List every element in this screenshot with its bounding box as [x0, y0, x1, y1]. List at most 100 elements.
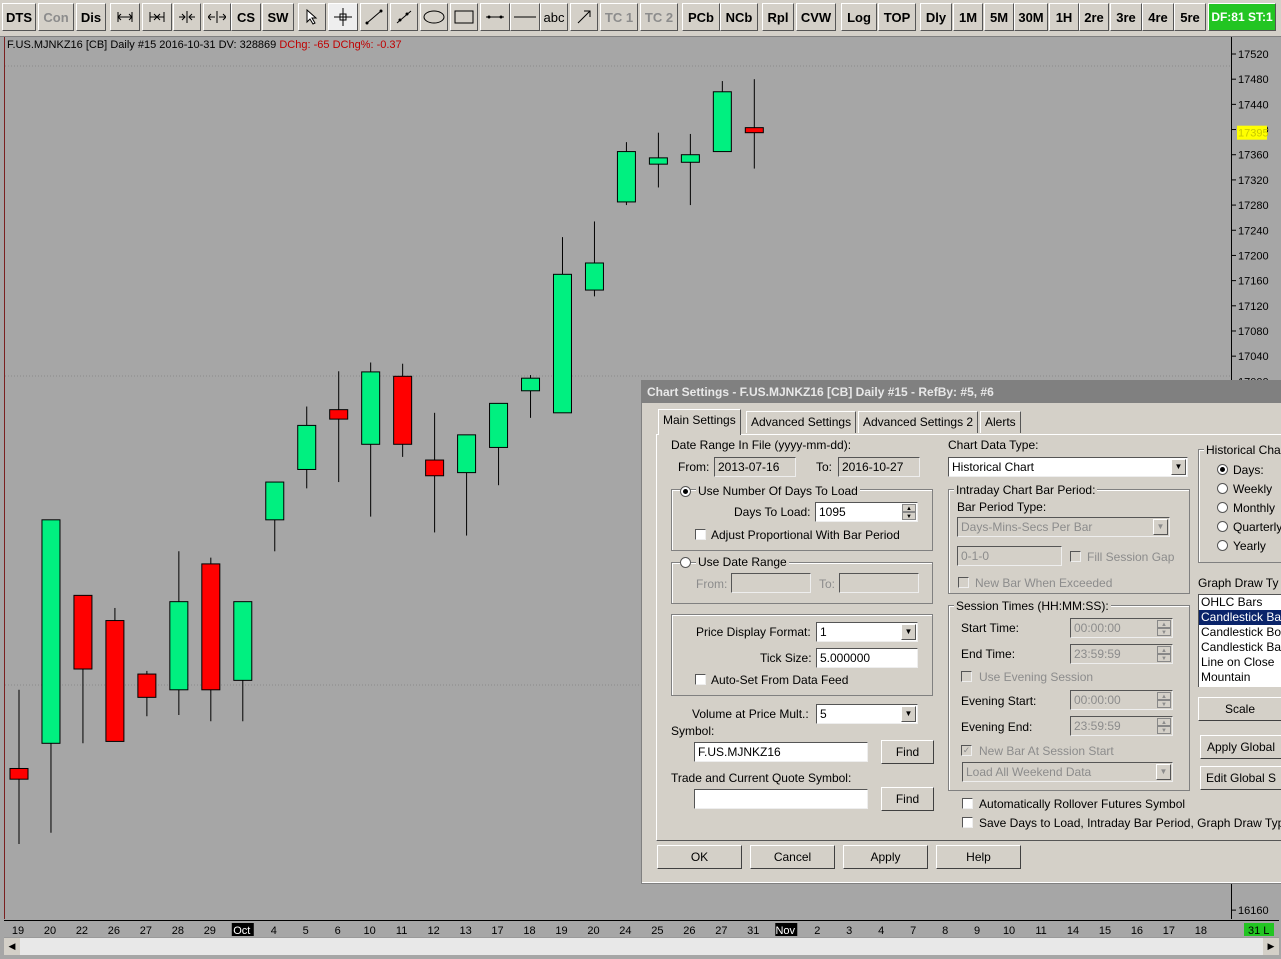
- spin-up-icon[interactable]: ▲: [1157, 646, 1171, 654]
- use-days-radio[interactable]: [680, 486, 691, 497]
- horizontal-ray-icon[interactable]: [480, 3, 510, 31]
- list-item[interactable]: Candlestick Ba: [1199, 610, 1281, 625]
- chevron-down-icon[interactable]: ▼: [1156, 764, 1171, 780]
- price-display-format-select[interactable]: 1 ▼: [816, 622, 918, 642]
- cs-button[interactable]: CS: [231, 3, 261, 31]
- period-monthly-radio[interactable]: [1217, 502, 1228, 513]
- 3re-button[interactable]: 3re: [1110, 3, 1142, 31]
- crosshair-icon[interactable]: [328, 3, 358, 31]
- find-trade-symbol-button[interactable]: Find: [881, 787, 934, 811]
- tab-advanced-settings[interactable]: Advanced Settings: [746, 411, 857, 433]
- period-weekly-radio[interactable]: [1217, 483, 1228, 494]
- apply-global-button[interactable]: Apply Global: [1200, 735, 1281, 759]
- save-days-checkbox[interactable]: [962, 817, 973, 828]
- pcb-button[interactable]: PCb: [682, 3, 720, 31]
- spin-down-icon[interactable]: ▼: [1157, 700, 1171, 708]
- tab-advanced-settings-2[interactable]: Advanced Settings 2: [858, 411, 979, 433]
- spin-down-icon[interactable]: ▼: [1157, 654, 1171, 662]
- tc2-button[interactable]: TC 2: [640, 3, 678, 31]
- 5m-button[interactable]: 5M: [984, 3, 1014, 31]
- period-days-radio[interactable]: [1217, 464, 1228, 475]
- spin-up-icon[interactable]: ▲: [1157, 718, 1171, 726]
- 2re-button[interactable]: 2re: [1079, 3, 1109, 31]
- expand-icon[interactable]: [203, 3, 231, 31]
- chevron-down-icon[interactable]: ▼: [901, 706, 916, 722]
- trade-symbol-input[interactable]: [694, 789, 868, 809]
- 30m-button[interactable]: 30M: [1014, 3, 1048, 31]
- list-item[interactable]: Line on Close: [1199, 655, 1281, 670]
- scroll-right-icon[interactable]: ▶: [1263, 938, 1279, 955]
- spin-down-icon[interactable]: ▼: [902, 512, 916, 520]
- spin-down-icon[interactable]: ▼: [1157, 628, 1171, 636]
- ncb-button[interactable]: NCb: [720, 3, 758, 31]
- ray-tool-icon[interactable]: [390, 3, 418, 31]
- ok-button[interactable]: OK: [657, 845, 742, 869]
- spin-up-icon[interactable]: ▲: [1157, 692, 1171, 700]
- dts-button[interactable]: DTS: [2, 3, 36, 31]
- horizontal-line-icon[interactable]: [510, 3, 540, 31]
- spin-up-icon[interactable]: ▲: [902, 504, 916, 512]
- horizontal-scrollbar[interactable]: ◀ ▶: [4, 937, 1279, 955]
- fill-gap-checkbox[interactable]: [1070, 551, 1081, 562]
- log-button[interactable]: Log: [841, 3, 877, 31]
- evening-end-input[interactable]: 23:59:59 ▲ ▼: [1070, 716, 1173, 736]
- use-date-range-radio[interactable]: [680, 557, 691, 568]
- graph-draw-type-list[interactable]: OHLC Bars Candlestick Ba Candlestick Bo …: [1198, 594, 1281, 687]
- line-tool-icon[interactable]: [360, 3, 388, 31]
- apply-button[interactable]: Apply: [843, 845, 928, 869]
- chevron-down-icon[interactable]: ▼: [901, 624, 916, 640]
- chevron-down-icon[interactable]: ▼: [1153, 519, 1168, 535]
- tc1-button[interactable]: TC 1: [600, 3, 638, 31]
- adjust-proportional-checkbox[interactable]: [695, 529, 706, 540]
- symbol-input[interactable]: F.US.MJNKZ16: [694, 742, 868, 762]
- 1m-button[interactable]: 1M: [953, 3, 983, 31]
- tick-size-input[interactable]: 5.000000: [816, 648, 918, 668]
- rollover-checkbox[interactable]: [962, 798, 973, 809]
- rectangle-tool-icon[interactable]: [450, 3, 478, 31]
- list-item[interactable]: OHLC Bars: [1199, 595, 1281, 610]
- compress-icon[interactable]: [173, 3, 201, 31]
- cancel-button[interactable]: Cancel: [750, 845, 835, 869]
- volume-mult-select[interactable]: 5 ▼: [816, 704, 918, 724]
- dialog-title[interactable]: Chart Settings - F.US.MJNKZ16 [CB] Daily…: [642, 381, 1281, 403]
- period-yearly-radio[interactable]: [1217, 540, 1228, 551]
- start-time-input[interactable]: 00:00:00 ▲ ▼: [1070, 618, 1173, 638]
- evening-start-input[interactable]: 00:00:00 ▲ ▼: [1070, 690, 1173, 710]
- spin-up-icon[interactable]: ▲: [1157, 620, 1171, 628]
- ellipse-tool-icon[interactable]: [420, 3, 448, 31]
- 4re-button[interactable]: 4re: [1142, 3, 1174, 31]
- tab-main-settings[interactable]: Main Settings: [658, 409, 741, 435]
- chevron-down-icon[interactable]: ▼: [1171, 459, 1186, 475]
- dis-button[interactable]: Dis: [76, 3, 106, 31]
- zoom-in-icon[interactable]: [142, 3, 172, 31]
- autoset-checkbox[interactable]: [695, 674, 706, 685]
- find-symbol-button[interactable]: Find: [881, 740, 934, 764]
- arrow-tool-icon[interactable]: [570, 3, 598, 31]
- text-tool-button[interactable]: abc: [540, 3, 568, 31]
- new-bar-session-checkbox[interactable]: ✓: [961, 745, 972, 756]
- period-quarterly-radio[interactable]: [1217, 521, 1228, 532]
- spin-down-icon[interactable]: ▼: [1157, 726, 1171, 734]
- edit-global-button[interactable]: Edit Global S: [1200, 766, 1281, 790]
- range-from-input[interactable]: [731, 573, 811, 593]
- days-to-load-input[interactable]: 1095 ▲ ▼: [815, 502, 918, 522]
- sw-button[interactable]: SW: [262, 3, 294, 31]
- rpl-button[interactable]: Rpl: [762, 3, 794, 31]
- list-item[interactable]: Candlestick Bo: [1199, 625, 1281, 640]
- range-to-input[interactable]: [839, 573, 919, 593]
- pointer-icon[interactable]: [298, 3, 326, 31]
- chart-data-type-select[interactable]: Historical Chart ▼: [948, 457, 1188, 477]
- use-evening-checkbox[interactable]: [961, 671, 972, 682]
- 1h-button[interactable]: 1H: [1049, 3, 1079, 31]
- tab-alerts[interactable]: Alerts: [980, 411, 1021, 433]
- weekend-data-select[interactable]: Load All Weekend Data ▼: [962, 762, 1173, 782]
- scroll-left-icon[interactable]: ◀: [4, 938, 20, 955]
- dly-button[interactable]: Dly: [920, 3, 952, 31]
- bar-period-type-select[interactable]: Days-Mins-Secs Per Bar ▼: [957, 517, 1170, 537]
- top-button[interactable]: TOP: [878, 3, 916, 31]
- zoom-out-icon[interactable]: [110, 3, 140, 31]
- help-button[interactable]: Help: [936, 845, 1021, 869]
- new-bar-exceeded-checkbox[interactable]: [958, 577, 969, 588]
- cvw-button[interactable]: CVW: [796, 3, 836, 31]
- con-button[interactable]: Con: [38, 3, 74, 31]
